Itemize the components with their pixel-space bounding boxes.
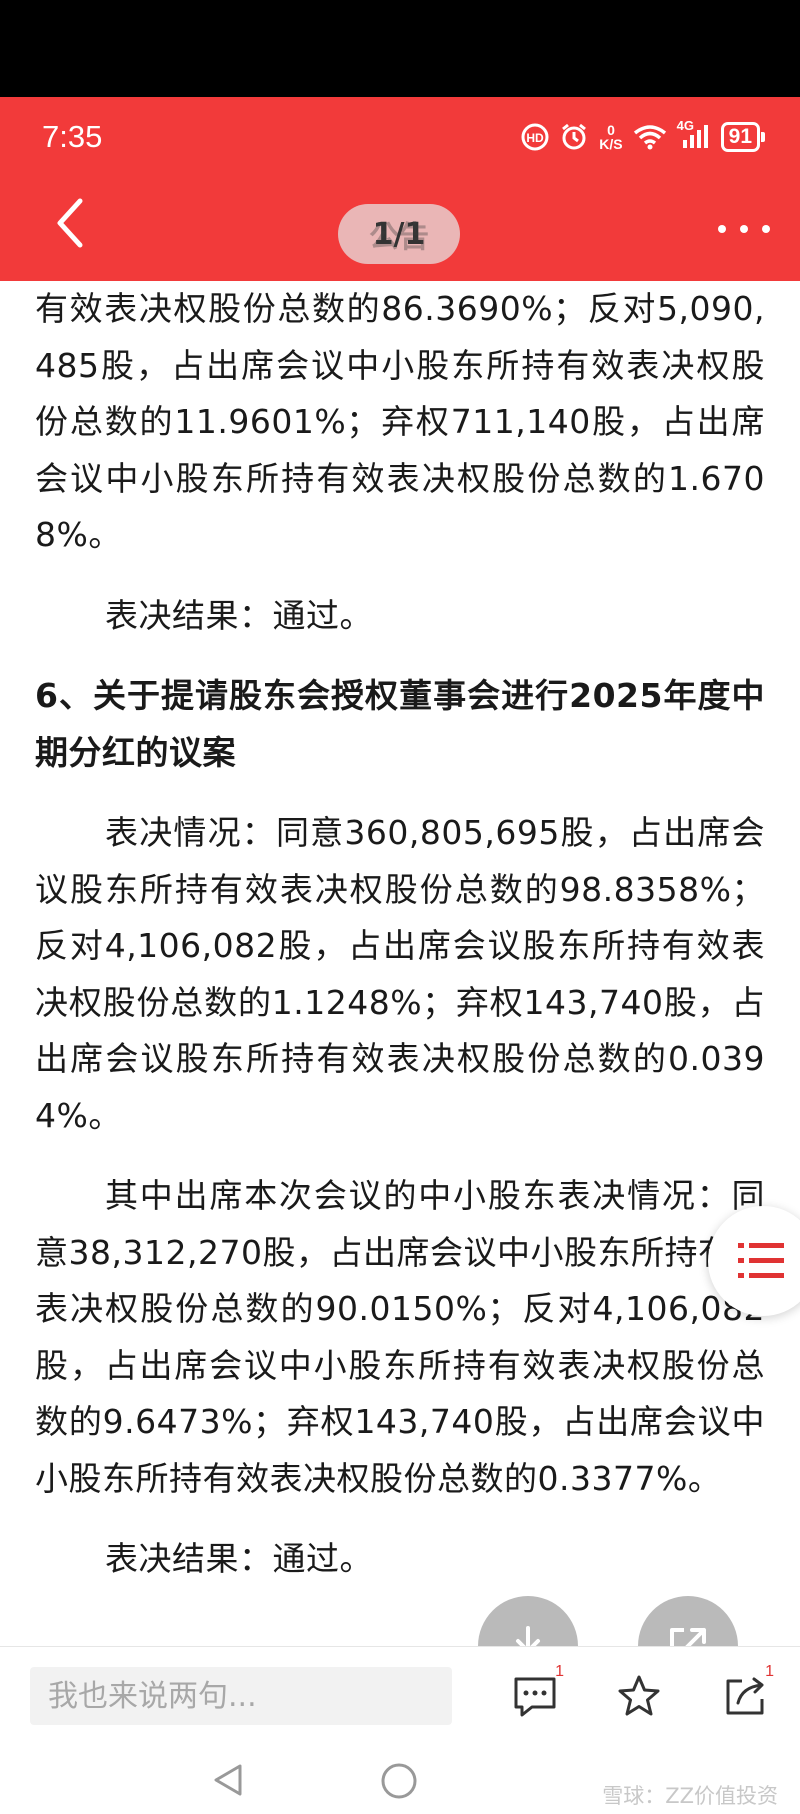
svg-text:HD: HD	[527, 131, 545, 145]
more-dots-icon	[718, 225, 726, 233]
bottom-action-bar: 1 1	[0, 1646, 800, 1747]
comment-button[interactable]: 1	[512, 1663, 564, 1719]
proposal-heading: 6、关于提请股东会授权董事会进行2025年度中期分红的议案	[35, 676, 765, 772]
comment-icon	[514, 1677, 556, 1717]
page-indicator-pill[interactable]: 1/1 公告	[338, 204, 460, 264]
more-options-button[interactable]	[718, 209, 770, 249]
header-bar: 7:35 HD 0 K/S 4G 91 1/1 公告	[0, 97, 800, 281]
vote-result: 表决结果：通过。	[105, 595, 373, 635]
status-time: 7:35	[42, 119, 103, 154]
back-arrow-icon	[57, 198, 83, 248]
star-icon	[618, 1675, 660, 1716]
comment-count: 1	[555, 1663, 564, 1680]
network-speed: 0 K/S	[599, 122, 623, 152]
article-paragraph: 其中出席本次会议的中小股东表决情况：同意38,312,270股，占出席会议中小股…	[35, 1176, 765, 1498]
pill-overlay-label: 公告	[369, 220, 429, 255]
hd-call-icon: HD	[521, 123, 549, 151]
status-icons: HD 0 K/S 4G 91	[521, 118, 766, 155]
wifi-icon	[633, 124, 667, 150]
camera-area	[0, 0, 800, 97]
nav-home-button[interactable]	[380, 1762, 418, 1804]
alarm-icon	[559, 122, 589, 152]
share-button[interactable]: 1	[722, 1663, 774, 1719]
favorite-button[interactable]	[616, 1673, 662, 1719]
watermark: 雪球：ZZ价值投资	[602, 1784, 778, 1808]
article-paragraph: 表决情况：同意360,805,695股，占出席会议股东所持有效表决权股份总数的9…	[35, 813, 765, 1135]
vote-result: 表决结果：通过。	[105, 1539, 373, 1578]
list-icon	[738, 1243, 784, 1278]
article-paragraph: 有效表决权股份总数的86.3690%；反对5,090,485股，占出席会议中小股…	[35, 289, 765, 554]
nav-back-icon	[214, 1764, 242, 1796]
share-count: 1	[765, 1663, 774, 1680]
signal-icon: 4G	[677, 118, 711, 150]
back-button[interactable]	[48, 193, 92, 253]
nav-home-icon	[381, 1763, 417, 1799]
comment-input[interactable]	[30, 1667, 452, 1725]
article-content: 有效表决权股份总数的86.3690%；反对5,090,485股，占出席会议中小股…	[35, 281, 765, 1588]
share-icon	[726, 1677, 764, 1715]
nav-back-button[interactable]	[212, 1762, 244, 1802]
battery-indicator: 91	[720, 122, 766, 152]
